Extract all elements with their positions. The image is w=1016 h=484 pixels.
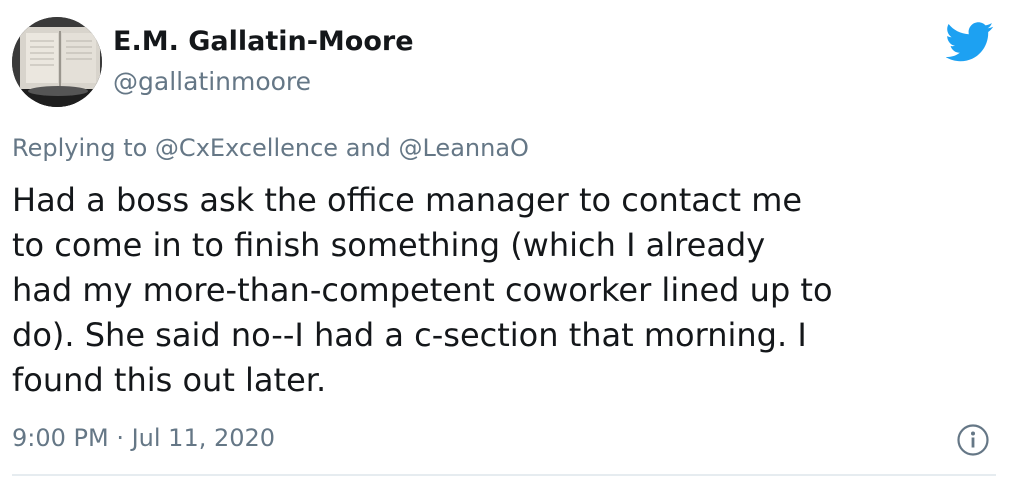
avatar[interactable] [12, 17, 102, 107]
reply-context: Replying to @CxExcellence and @LeannaO [12, 134, 529, 162]
display-name[interactable]: E.M. Gallatin-Moore [113, 26, 414, 57]
tweet-text-line: Had a boss ask the office manager to con… [12, 181, 803, 219]
tweet-timestamp[interactable]: 9:00 PM · Jul 11, 2020 [12, 424, 275, 452]
tweet-text-line: had my more-than-competent coworker line… [12, 271, 833, 309]
info-icon[interactable] [956, 423, 990, 457]
divider [12, 474, 996, 476]
tweet-text-line: do). She said no--I had a c-section that… [12, 316, 807, 354]
tweet-text-line: found this out later. [12, 361, 327, 399]
avatar-image [12, 17, 102, 107]
tweet-text: Had a boss ask the office manager to con… [12, 178, 1007, 403]
user-handle[interactable]: @gallatinmoore [113, 67, 311, 96]
tweet-text-line: to come in to finish something (which I … [12, 226, 766, 264]
twitter-bird-icon[interactable] [946, 22, 994, 62]
